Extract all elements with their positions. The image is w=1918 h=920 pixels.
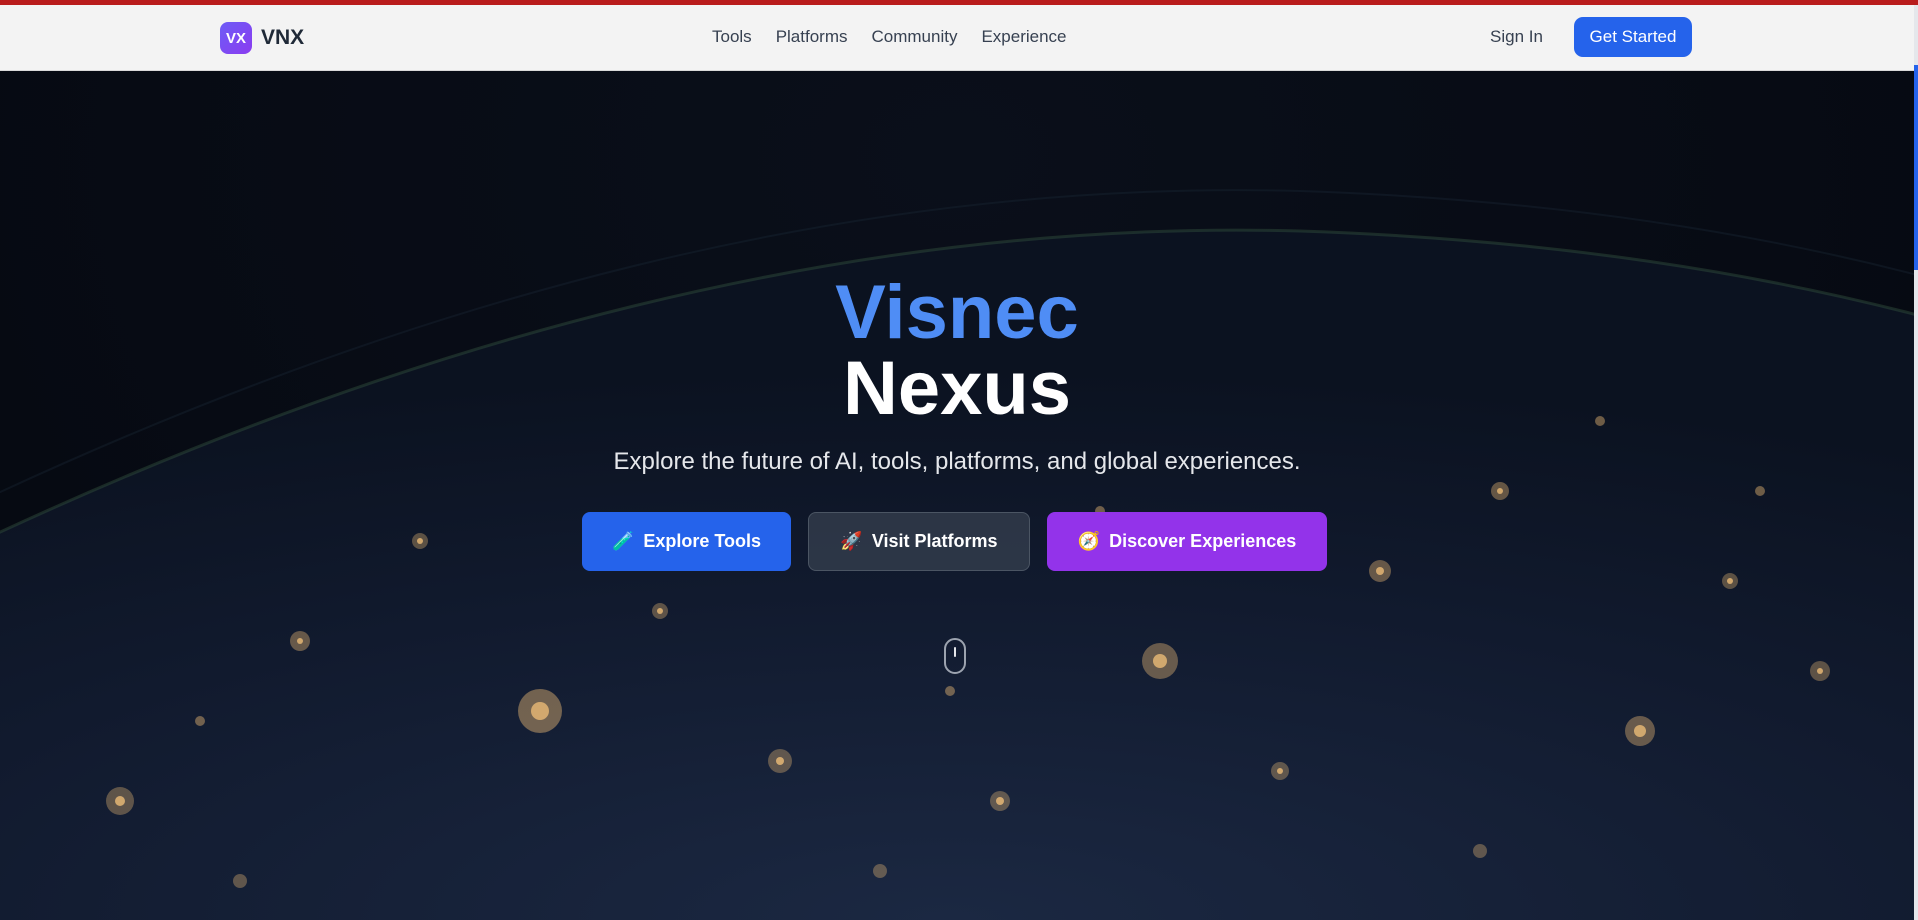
page: Visnec Nexus Explore the future of AI, t… — [0, 0, 1918, 920]
brand-name: VNX — [261, 26, 305, 49]
earth-night-background — [0, 189, 1914, 920]
top-accent-strip — [0, 0, 1918, 5]
sign-in-link[interactable]: Sign In — [1490, 27, 1543, 47]
discover-experiences-button[interactable]: 🧭 Discover Experiences — [1047, 512, 1327, 571]
nav-link-community[interactable]: Community — [871, 27, 957, 47]
hero-title-line-1: Visnec — [835, 270, 1079, 355]
mouse-wheel-indicator — [954, 647, 956, 657]
explore-tools-button[interactable]: 🧪 Explore Tools — [582, 512, 791, 571]
rocket-icon: 🚀 — [840, 531, 863, 551]
compass-icon: 🧭 — [1077, 531, 1101, 551]
get-started-button[interactable]: Get Started — [1574, 17, 1692, 57]
scrollbar-thumb[interactable] — [1914, 65, 1918, 270]
nav-link-experience[interactable]: Experience — [981, 27, 1066, 47]
scroll-mouse-icon — [944, 638, 966, 674]
hero-subtitle: Explore the future of AI, tools, platfor… — [613, 448, 1301, 475]
brand-logo[interactable]: VX VNX — [220, 22, 304, 54]
explore-tools-label: Explore Tools — [643, 531, 762, 551]
nav-link-tools[interactable]: Tools — [712, 27, 752, 47]
page-scrollbar[interactable] — [1914, 5, 1918, 920]
nav-link-platforms[interactable]: Platforms — [776, 27, 848, 47]
brand-mark-icon: VX — [220, 22, 252, 54]
top-navbar: VX VNX Tools Platforms Community Experie… — [0, 5, 1914, 71]
discover-experiences-label: Discover Experiences — [1109, 531, 1297, 551]
test-tube-icon: 🧪 — [611, 531, 635, 551]
hero-title-line-2: Nexus — [842, 346, 1072, 431]
nav-links: Tools Platforms Community Experience — [712, 27, 1067, 47]
hero-section — [0, 71, 1914, 920]
visit-platforms-button[interactable]: 🚀 Visit Platforms — [808, 512, 1030, 571]
visit-platforms-label: Visit Platforms — [871, 531, 998, 551]
